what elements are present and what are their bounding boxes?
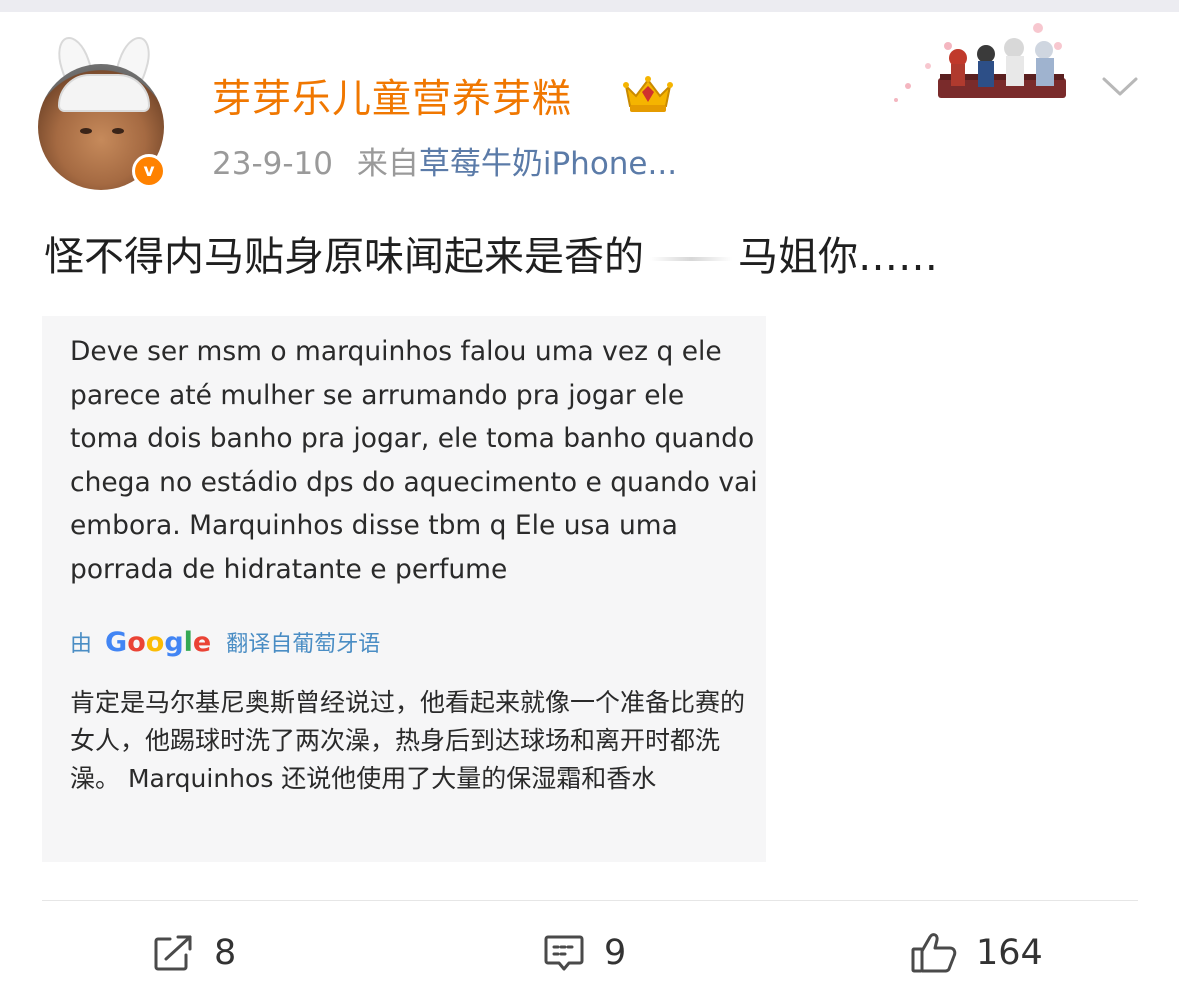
repost-button[interactable]: 8 [152,928,236,978]
top-strip [0,0,1179,12]
post-text: 怪不得内马贴身原味闻起来是香的 马姐你…… [44,224,938,282]
avatar-hat [58,74,150,112]
avatar[interactable]: v [36,32,168,190]
comment-icon [544,935,584,971]
thumbs-up-icon [911,933,957,973]
google-logo: Google [105,627,212,658]
translated-text: 肯定是马尔基尼奥斯曾经说过，他看起来就像一个准备比赛的女人，他踢球时洗了两次澡，… [70,688,746,793]
source-link[interactable]: 草莓牛奶iPhone... [419,146,677,182]
repost-count: 8 [214,933,237,973]
card-decoration [894,23,1066,102]
translation-notice: 由 Google 翻译自葡萄牙语 [70,626,380,658]
attached-image[interactable]: Deve ser msm o marquinhos falou uma vez … [42,316,766,862]
post-meta: 23-9-10 来自草莓牛奶iPhone... [212,138,677,183]
post-text-part2: 马姐你…… [738,234,938,280]
original-text: Deve ser msm o marquinhos falou uma vez … [70,336,758,585]
like-button[interactable]: 164 [910,928,1043,978]
comment-button[interactable]: 9 [542,928,626,978]
crown-icon[interactable] [620,72,676,114]
avatar-eye [80,128,92,134]
comment-count: 9 [604,933,627,973]
post-date: 23-9-10 [212,146,333,182]
avatar-eye [112,128,124,134]
username[interactable]: 芽芽乐儿童营养芽糕 [212,68,572,124]
verified-badge-icon: v [132,154,166,188]
translate-prefix: 由 [70,632,93,657]
inline-emoji-placeholder [650,257,732,261]
like-count: 164 [976,933,1043,973]
chevron-down-icon[interactable] [1100,74,1140,100]
from-label: 来自 [356,146,419,182]
post-text-part1: 怪不得内马贴身原味闻起来是香的 [44,234,644,280]
divider [42,900,1138,901]
repost-icon [154,935,192,971]
translate-suffix: 翻译自葡萄牙语 [226,632,381,657]
